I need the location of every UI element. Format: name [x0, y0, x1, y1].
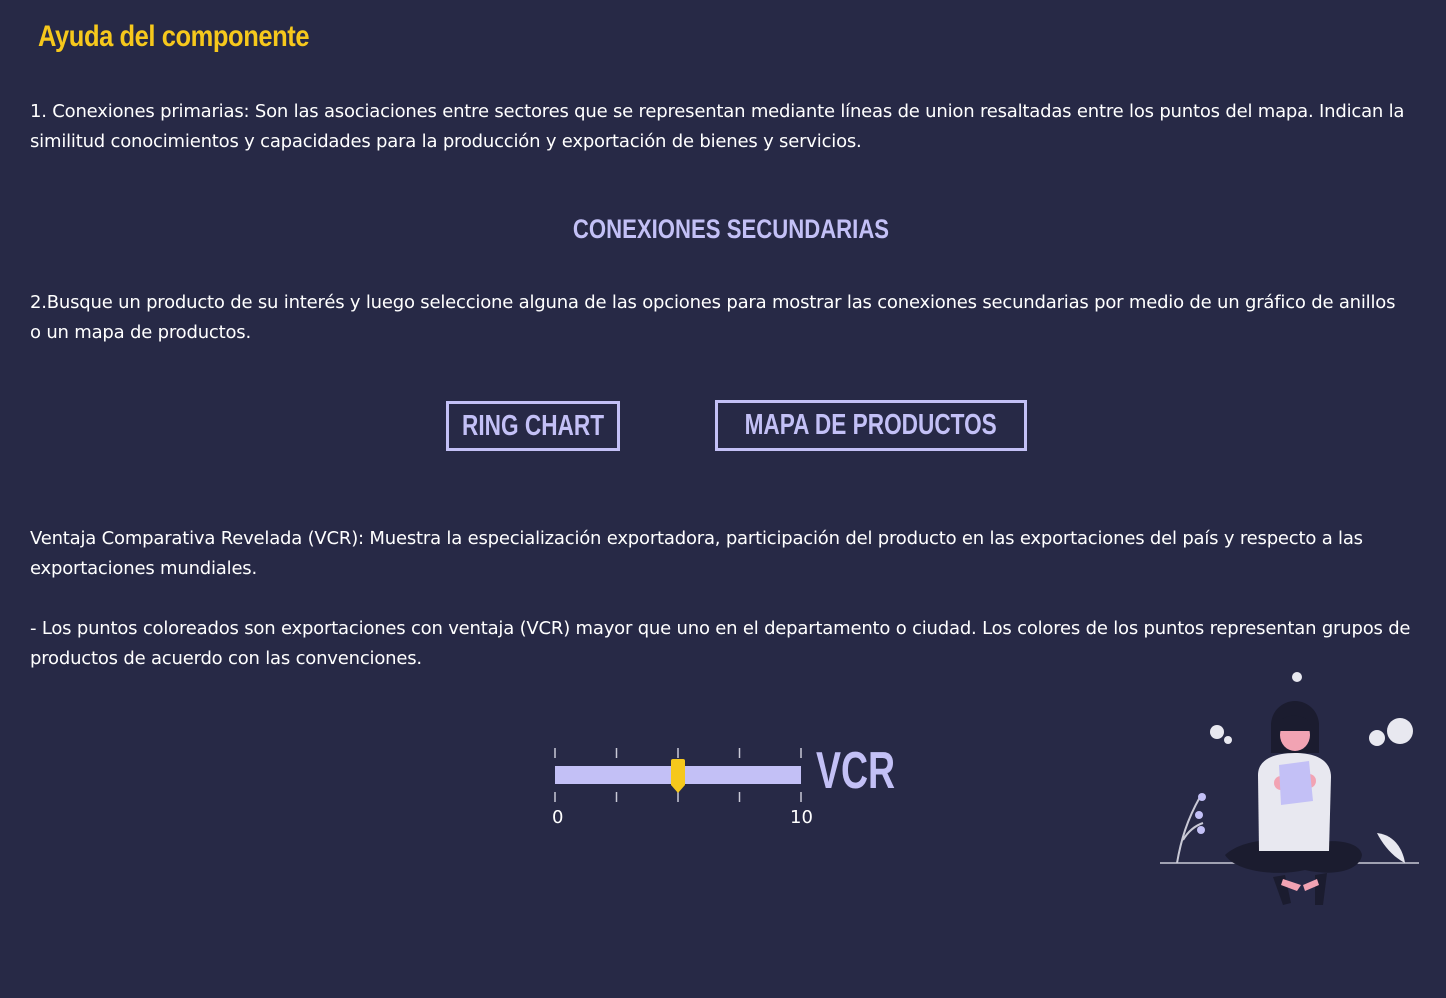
vcr-max-label: 10: [790, 807, 813, 828]
product-map-button-label: MAPA DE PRODUCTOS: [744, 409, 998, 441]
person-reading-illustration: [1155, 665, 1425, 915]
leaf-icon: [1377, 833, 1405, 863]
bubble-dot: [1292, 672, 1302, 682]
product-map-button[interactable]: MAPA DE PRODUCTOS: [715, 400, 1027, 451]
book-icon: [1279, 761, 1313, 805]
secondary-connections-heading: CONEXIONES SECUNDARIAS: [572, 214, 890, 244]
secondary-connections-text: 2.Busque un producto de su interés y lue…: [30, 292, 1396, 343]
vcr-definition-text: Ventaja Comparativa Revelada (VCR): Mues…: [30, 528, 1363, 579]
ring-chart-button[interactable]: RING CHART: [446, 401, 620, 451]
bubble-dot: [1224, 736, 1232, 744]
vcr-scale: [554, 748, 802, 802]
ring-chart-button-label: RING CHART: [462, 409, 605, 442]
vcr-legend: VCR 0 10: [540, 735, 900, 835]
vcr-min-label: 0: [552, 807, 564, 828]
primary-connections-text: 1. Conexiones primarias: Son las asociac…: [30, 101, 1405, 152]
bubble-dot: [1369, 730, 1385, 746]
bubble-dot: [1210, 725, 1224, 739]
vcr-marker: [671, 759, 685, 793]
vcr-legend-label: VCR: [816, 742, 896, 800]
bubble-dot: [1387, 718, 1413, 744]
page-title: Ayuda del componente: [38, 20, 310, 53]
